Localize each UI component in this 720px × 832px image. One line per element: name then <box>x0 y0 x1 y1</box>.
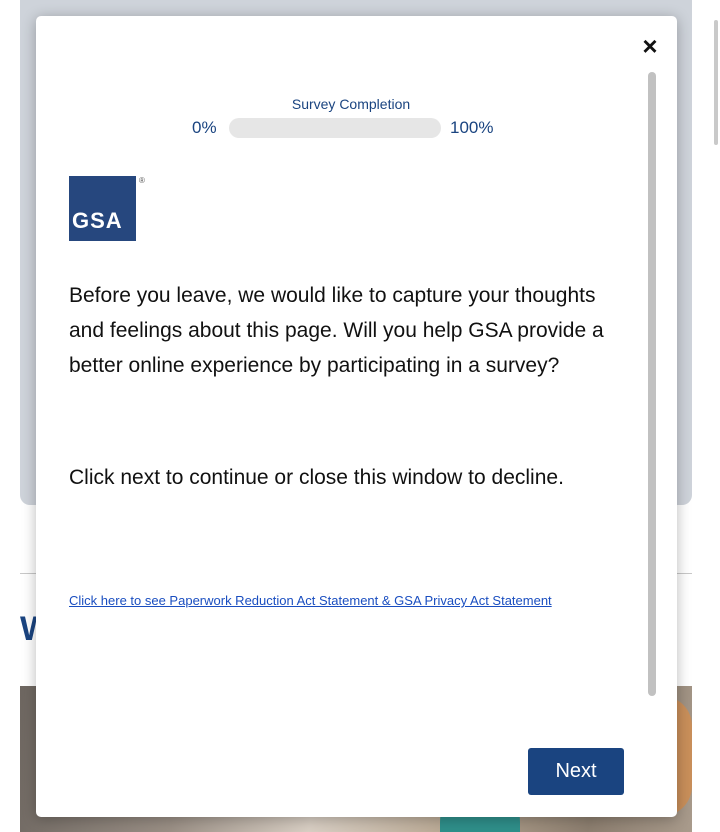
progress-label: Survey Completion <box>291 96 411 112</box>
survey-progress: Survey Completion 0% 100% <box>186 96 516 142</box>
next-button[interactable]: Next <box>528 748 624 795</box>
page-scrollbar[interactable] <box>714 20 718 145</box>
progress-min-label: 0% <box>192 118 217 137</box>
modal-scrollbar-thumb[interactable] <box>648 72 656 696</box>
survey-modal: × Survey Completion 0% 100% GSA ® Before… <box>36 16 677 817</box>
close-button[interactable]: × <box>636 32 664 60</box>
privacy-act-link[interactable]: Click here to see Paperwork Reduction Ac… <box>69 581 609 621</box>
instruction-text: Click next to continue or close this win… <box>69 466 564 489</box>
gsa-logo: GSA <box>69 176 136 241</box>
progress-max-label: 100% <box>450 118 494 137</box>
progress-bar <box>229 118 441 138</box>
page: W × Survey Completion 0% 100% GSA ® Befo… <box>0 0 720 832</box>
intro-text: Before you leave, we would like to captu… <box>69 284 604 377</box>
registered-mark: ® <box>139 176 145 185</box>
